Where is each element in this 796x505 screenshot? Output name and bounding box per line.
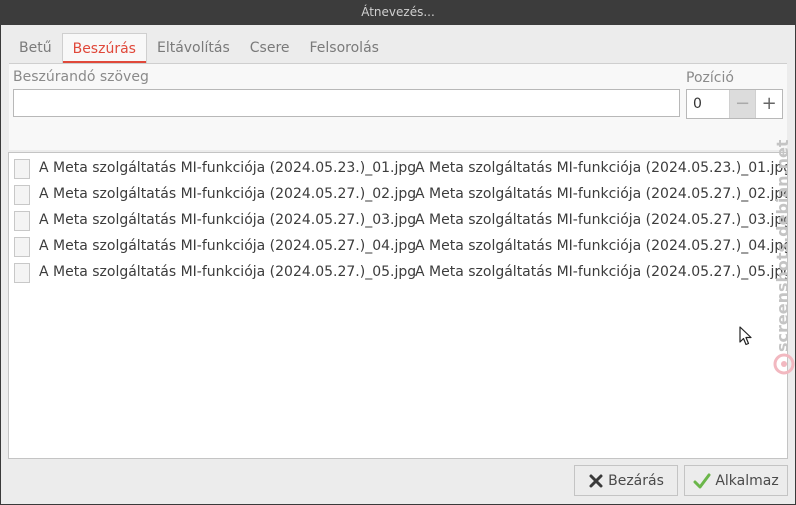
tab-replace[interactable]: Csere — [240, 33, 300, 63]
insert-text-label: Beszúrandó szöveg — [13, 69, 149, 85]
mouse-cursor-icon — [739, 326, 752, 346]
new-filename: A Meta szolgáltatás MI-funkciója (2024.0… — [415, 186, 788, 202]
close-button-label: Bezárás — [608, 472, 664, 489]
rename-dialog: Betű Beszúrás Eltávolítás Csere Felsorol… — [1, 25, 795, 504]
new-filename: A Meta szolgáltatás MI-funkciója (2024.0… — [415, 264, 788, 280]
insert-text-input[interactable] — [13, 89, 680, 117]
row-checkbox[interactable] — [14, 211, 30, 231]
file-list: A Meta szolgáltatás MI-funkciója (2024.0… — [8, 152, 788, 459]
original-filename: A Meta szolgáltatás MI-funkciója (2024.0… — [39, 212, 417, 228]
original-filename: A Meta szolgáltatás MI-funkciója (2024.0… — [39, 160, 417, 176]
new-filename: A Meta szolgáltatás MI-funkciója (2024.0… — [415, 238, 788, 254]
increment-button[interactable]: + — [755, 90, 782, 118]
original-filename: A Meta szolgáltatás MI-funkciója (2024.0… — [39, 186, 417, 202]
apply-button-label: Alkalmaz — [715, 472, 779, 489]
watermark: screenshots.debian.net — [766, 139, 796, 380]
original-filename: A Meta szolgáltatás MI-funkciója (2024.0… — [39, 264, 417, 280]
apply-button[interactable]: Alkalmaz — [684, 465, 788, 496]
new-filename: A Meta szolgáltatás MI-funkciója (2024.0… — [415, 212, 788, 228]
original-filename: A Meta szolgáltatás MI-funkciója (2024.0… — [39, 238, 417, 254]
insert-panel: Beszúrandó szöveg Pozíció 0 − + — [9, 63, 787, 150]
tab-letter[interactable]: Betű — [9, 33, 62, 63]
list-item[interactable]: A Meta szolgáltatás MI-funkciója (2024.0… — [9, 233, 787, 259]
row-checkbox[interactable] — [14, 237, 30, 257]
list-item[interactable]: A Meta szolgáltatás MI-funkciója (2024.0… — [9, 155, 787, 181]
tab-remove[interactable]: Eltávolítás — [147, 33, 240, 63]
tab-enumerate[interactable]: Felsorolás — [300, 33, 389, 63]
list-item[interactable]: A Meta szolgáltatás MI-funkciója (2024.0… — [9, 259, 787, 285]
position-label: Pozíció — [686, 70, 734, 86]
row-checkbox[interactable] — [14, 159, 30, 179]
checkmark-icon — [693, 473, 711, 488]
close-icon — [589, 474, 603, 487]
window-title: Átnevezés... — [0, 0, 796, 25]
close-button[interactable]: Bezárás — [574, 465, 678, 496]
row-checkbox[interactable] — [14, 185, 30, 205]
tab-bar: Betű Beszúrás Eltávolítás Csere Felsorol… — [9, 33, 389, 63]
row-checkbox[interactable] — [14, 263, 30, 283]
decrement-button[interactable]: − — [728, 90, 756, 118]
position-value[interactable]: 0 — [687, 90, 729, 118]
tab-insert[interactable]: Beszúrás — [61, 33, 147, 63]
new-filename: A Meta szolgáltatás MI-funkciója (2024.0… — [415, 160, 788, 176]
watermark-text: screenshots.debian.net — [773, 140, 792, 352]
position-spinner: 0 − + — [686, 89, 783, 119]
list-item[interactable]: A Meta szolgáltatás MI-funkciója (2024.0… — [9, 207, 787, 233]
list-item[interactable]: A Meta szolgáltatás MI-funkciója (2024.0… — [9, 181, 787, 207]
